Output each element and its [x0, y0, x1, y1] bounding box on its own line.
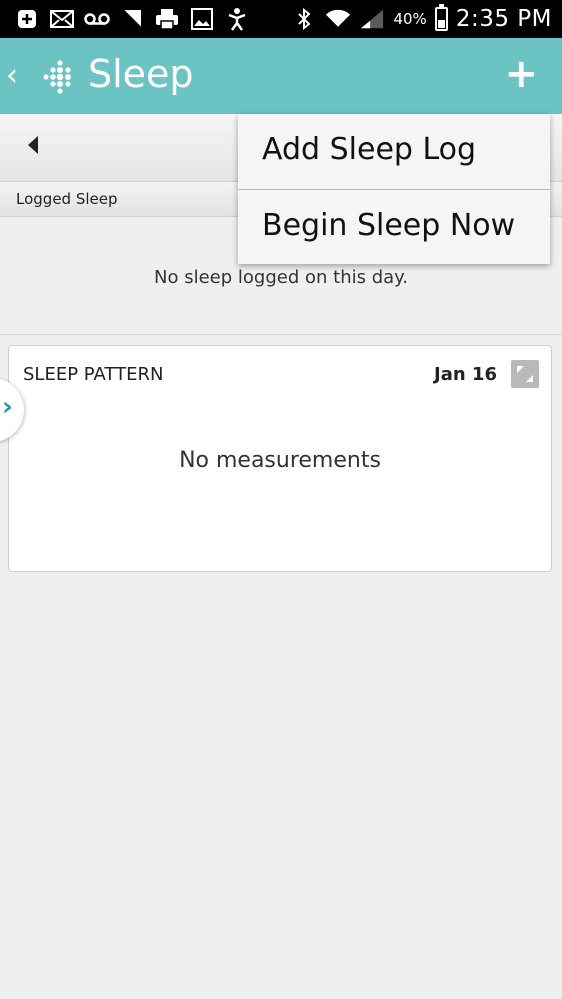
battery-icon	[434, 4, 448, 31]
sleep-pattern-date: Jan 16	[434, 364, 497, 385]
app-bar: ‹ Sleep +	[0, 38, 562, 114]
battery-percent: 40%	[393, 10, 427, 28]
expand-icon[interactable]	[511, 360, 539, 388]
menu-item-label: Begin Sleep Now	[262, 208, 516, 243]
cell-signal-icon	[359, 8, 385, 30]
menu-item-begin-sleep-now[interactable]: Begin Sleep Now	[238, 190, 550, 265]
logged-sleep-header-label: Logged Sleep	[16, 190, 118, 208]
sleep-pattern-empty-message: No measurements	[179, 448, 381, 473]
add-button[interactable]: +	[504, 54, 538, 94]
wifi-icon	[325, 8, 351, 30]
image-icon	[189, 8, 215, 30]
signal-corner-icon	[119, 8, 145, 30]
chevron-right-icon: ›	[2, 392, 13, 422]
sleep-pattern-title: SLEEP PATTERN	[23, 364, 164, 385]
voicemail-icon	[84, 8, 110, 30]
logged-sleep-empty-message: No sleep logged on this day.	[154, 267, 408, 288]
menu-item-add-sleep-log[interactable]: Add Sleep Log	[238, 114, 550, 190]
printer-icon	[154, 8, 180, 30]
mail-icon	[49, 8, 75, 30]
previous-day-button[interactable]	[28, 136, 38, 154]
activity-icon	[224, 8, 250, 31]
add-notification-icon	[14, 8, 40, 30]
bluetooth-icon	[291, 8, 317, 30]
sleep-pattern-card: SLEEP PATTERN Jan 16 No measurements	[8, 345, 552, 572]
add-menu: Add Sleep Log Begin Sleep Now	[238, 114, 550, 264]
fitbit-logo-icon[interactable]	[38, 58, 76, 96]
page-title: Sleep	[88, 52, 194, 96]
menu-item-label: Add Sleep Log	[262, 132, 477, 167]
status-bar: 40% 2:35 PM	[0, 0, 562, 38]
status-notification-icons	[14, 0, 250, 38]
clock: 2:35 PM	[455, 6, 552, 32]
chevron-left-icon[interactable]: ‹	[6, 58, 18, 93]
status-system-icons: 40% 2:35 PM	[291, 0, 552, 38]
